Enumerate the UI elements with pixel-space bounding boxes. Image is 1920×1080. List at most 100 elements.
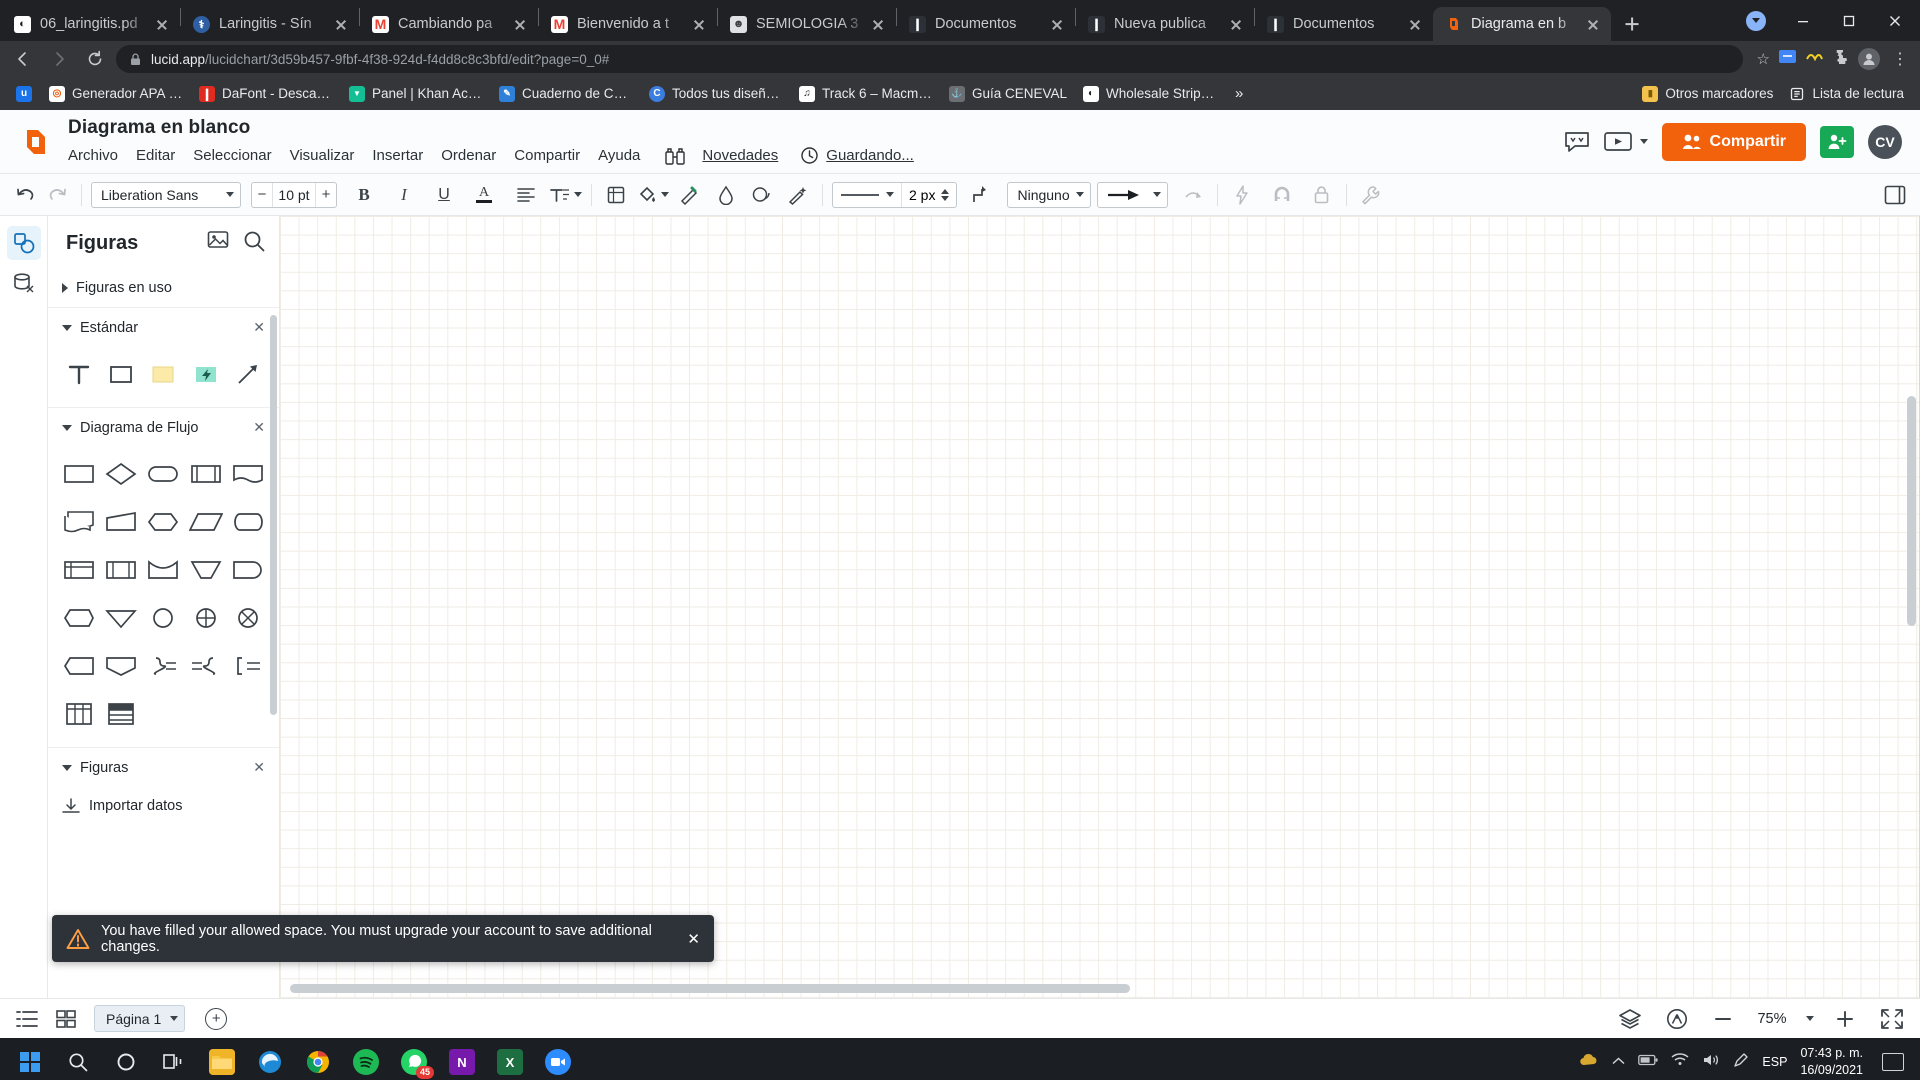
zoom-menu-caret-icon[interactable] bbox=[1806, 1016, 1814, 1021]
font-family-select[interactable]: Liberation Sans bbox=[91, 181, 241, 208]
tray-wifi-icon[interactable] bbox=[1671, 1053, 1689, 1071]
magnet-button[interactable] bbox=[1267, 180, 1297, 210]
select-area-button[interactable] bbox=[601, 180, 631, 210]
text-align-button[interactable] bbox=[511, 180, 541, 210]
section-close-icon[interactable]: ✕ bbox=[253, 419, 265, 436]
bookmark-item[interactable]: ◐ Wholesale Stripe Pa... bbox=[1075, 82, 1225, 106]
undo-button[interactable] bbox=[10, 180, 40, 210]
shape-sort-bracket[interactable] bbox=[185, 643, 227, 689]
comment-icon[interactable] bbox=[1564, 130, 1590, 154]
task-view-icon[interactable] bbox=[150, 1038, 198, 1080]
bookmark-item[interactable]: ⚓ Guía CENEVAL bbox=[941, 82, 1075, 106]
browser-tab[interactable]: M Cambiando pa bbox=[360, 7, 538, 41]
menu-archivo[interactable]: Archivo bbox=[68, 145, 128, 166]
toast-close-icon[interactable]: ✕ bbox=[687, 930, 700, 948]
line-weight-down-icon[interactable] bbox=[941, 195, 950, 201]
shadow-button[interactable] bbox=[747, 180, 777, 210]
whats-new-link[interactable]: Novedades bbox=[702, 147, 778, 164]
tab-close-icon[interactable] bbox=[689, 14, 709, 34]
tab-close-icon[interactable] bbox=[1226, 14, 1246, 34]
share-button[interactable]: Compartir bbox=[1661, 122, 1806, 161]
text-options-button[interactable] bbox=[549, 180, 582, 210]
shape-document-shape[interactable] bbox=[227, 451, 269, 497]
browser-tab[interactable]: ⚕ Laringitis - Sín bbox=[181, 7, 359, 41]
taskbar-onenote[interactable]: N bbox=[438, 1038, 486, 1080]
shape-data-parallelogram[interactable] bbox=[185, 499, 227, 545]
section-diagrama-de-flujo[interactable]: Diagrama de Flujo ✕ bbox=[48, 407, 279, 447]
shape-merge-triangle[interactable] bbox=[185, 547, 227, 593]
menu-compartir[interactable]: Compartir bbox=[514, 145, 590, 166]
line-style-select[interactable] bbox=[833, 192, 901, 198]
page-tab[interactable]: Página 1 bbox=[94, 1005, 186, 1032]
shape-list-shape[interactable] bbox=[100, 691, 142, 737]
menu-visualizar[interactable]: Visualizar bbox=[290, 145, 365, 166]
fill-color-button[interactable] bbox=[637, 180, 669, 210]
shape-predefined-process[interactable] bbox=[185, 451, 227, 497]
fullscreen-icon[interactable] bbox=[1876, 1008, 1908, 1030]
zoom-out-button[interactable] bbox=[1708, 1008, 1738, 1030]
shape-arrow-shape[interactable] bbox=[227, 351, 269, 397]
line-weight-up-icon[interactable] bbox=[941, 188, 950, 194]
panel-scroll-area[interactable]: Figuras en uso Estándar ✕ Diagrama de Fl… bbox=[48, 269, 279, 998]
tray-expand-icon[interactable] bbox=[1612, 1053, 1625, 1071]
document-title[interactable]: Diagrama en blanco bbox=[68, 117, 936, 139]
layers-icon[interactable] bbox=[1614, 1008, 1646, 1030]
chrome-menu-icon[interactable]: ⋮ bbox=[1888, 49, 1912, 69]
tab-close-icon[interactable] bbox=[1405, 14, 1425, 34]
shape-or-junction[interactable] bbox=[227, 595, 269, 641]
menu-ordenar[interactable]: Ordenar bbox=[441, 145, 506, 166]
minimize-button[interactable] bbox=[1780, 0, 1826, 41]
lucidchart-logo-icon[interactable] bbox=[18, 124, 54, 160]
tab-close-icon[interactable] bbox=[868, 14, 888, 34]
taskbar-clock[interactable]: 07:43 p. m. 16/09/2021 bbox=[1800, 1045, 1863, 1079]
present-button[interactable] bbox=[1603, 131, 1648, 153]
back-button[interactable] bbox=[8, 44, 38, 74]
grid-view-icon[interactable] bbox=[52, 1009, 80, 1028]
arrow-start-select[interactable]: Ninguno bbox=[1007, 181, 1091, 208]
menu-editar[interactable]: Editar bbox=[136, 145, 185, 166]
search-icon[interactable] bbox=[54, 1038, 102, 1080]
shape-sticky-note-shape[interactable] bbox=[142, 351, 184, 397]
taskbar-file-explorer[interactable] bbox=[198, 1038, 246, 1080]
shape-process-rect[interactable] bbox=[58, 451, 100, 497]
menu-seleccionar[interactable]: Seleccionar bbox=[193, 145, 281, 166]
extensions-puzzle-icon[interactable] bbox=[1832, 48, 1850, 71]
zoom-level-value[interactable]: 75% bbox=[1754, 1011, 1790, 1027]
tab-close-icon[interactable] bbox=[510, 14, 530, 34]
shape-collate-bracket[interactable] bbox=[227, 643, 269, 689]
bookmark-item[interactable]: ✎ Cuaderno de Cultur... bbox=[491, 82, 641, 106]
chrome-update-icon[interactable] bbox=[1746, 10, 1766, 31]
shape-merge-bracket[interactable] bbox=[142, 643, 184, 689]
diagram-canvas[interactable] bbox=[280, 216, 1920, 998]
bookmark-item[interactable]: u bbox=[8, 82, 41, 106]
browser-tab[interactable]: ❙ Nueva publica bbox=[1076, 7, 1254, 41]
shape-manual-operation[interactable] bbox=[142, 547, 184, 593]
start-button[interactable] bbox=[6, 1038, 54, 1080]
shape-stored-data[interactable] bbox=[100, 547, 142, 593]
image-upload-icon[interactable] bbox=[207, 230, 229, 257]
tray-volume-icon[interactable] bbox=[1702, 1053, 1720, 1072]
shape-table-shape[interactable] bbox=[58, 691, 100, 737]
tray-battery-icon[interactable] bbox=[1638, 1053, 1659, 1071]
font-size-stepper[interactable]: − 10 pt + bbox=[251, 181, 337, 208]
shape-card-shape[interactable] bbox=[100, 643, 142, 689]
shape-extract-triangle[interactable] bbox=[100, 595, 142, 641]
italic-button[interactable]: I bbox=[389, 180, 419, 210]
shape-decision-diamond[interactable] bbox=[100, 451, 142, 497]
line-style-group[interactable]: 2 px bbox=[832, 181, 958, 208]
tab-close-icon[interactable] bbox=[152, 14, 172, 34]
lock-icon[interactable] bbox=[1307, 180, 1337, 210]
shape-multidocument-shape[interactable] bbox=[58, 499, 100, 545]
taskbar-whatsapp[interactable]: 45 bbox=[390, 1038, 438, 1080]
tab-close-icon[interactable] bbox=[331, 14, 351, 34]
vertical-scrollbar[interactable] bbox=[1907, 396, 1916, 626]
import-data-row[interactable]: Importar datos bbox=[48, 787, 279, 825]
bookmark-item[interactable]: C Todos tus diseños –... bbox=[641, 82, 791, 106]
shape-summing-junction[interactable] bbox=[185, 595, 227, 641]
shape-manual-input[interactable] bbox=[100, 499, 142, 545]
taskbar-spotify[interactable] bbox=[342, 1038, 390, 1080]
bookmark-item[interactable]: ▼ Panel | Khan Acade... bbox=[341, 82, 491, 106]
tray-language-indicator[interactable]: ESP bbox=[1762, 1055, 1787, 1069]
horizontal-scrollbar[interactable] bbox=[290, 984, 1130, 993]
toggle-right-panel-button[interactable] bbox=[1880, 180, 1910, 210]
